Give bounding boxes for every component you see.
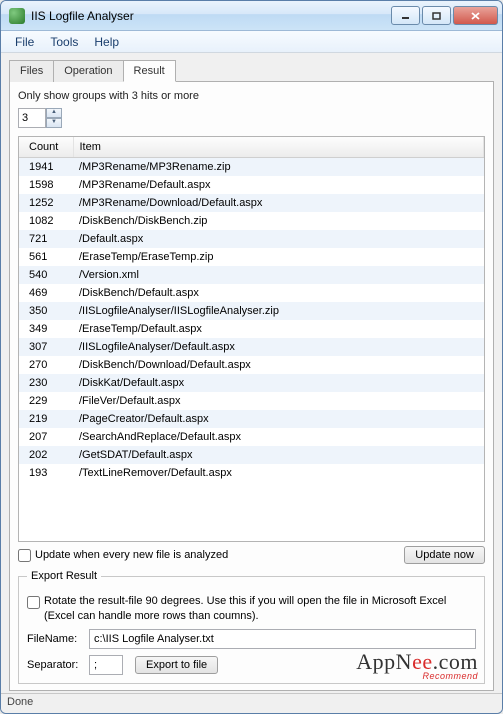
cell-item: /DiskBench/Download/Default.aspx (73, 356, 484, 374)
separator-label: Separator: (27, 659, 83, 671)
client-area: Files Operation Result Only show groups … (1, 53, 502, 693)
cell-item: /MP3Rename/MP3Rename.zip (73, 158, 484, 177)
threshold-hint: Only show groups with 3 hits or more (18, 90, 485, 102)
table-row[interactable]: 1598/MP3Rename/Default.aspx (19, 176, 484, 194)
table-row[interactable]: 561/EraseTemp/EraseTemp.zip (19, 248, 484, 266)
tabstrip: Files Operation Result (9, 60, 494, 82)
col-header-item[interactable]: Item (73, 137, 484, 158)
cell-count: 350 (19, 302, 73, 320)
tab-result[interactable]: Result (123, 60, 176, 82)
filename-label: FileName: (27, 633, 83, 645)
window-title: IIS Logfile Analyser (31, 9, 391, 23)
export-to-file-button[interactable]: Export to file (135, 656, 218, 674)
table-row[interactable]: 1252/MP3Rename/Download/Default.aspx (19, 194, 484, 212)
cell-count: 207 (19, 428, 73, 446)
table-row[interactable]: 721/Default.aspx (19, 230, 484, 248)
cell-count: 1082 (19, 212, 73, 230)
cell-count: 230 (19, 374, 73, 392)
separator-input[interactable] (89, 655, 123, 675)
cell-item: /IISLogfileAnalyser/IISLogfileAnalyser.z… (73, 302, 484, 320)
cell-item: /GetSDAT/Default.aspx (73, 446, 484, 464)
cell-count: 219 (19, 410, 73, 428)
menu-tools[interactable]: Tools (42, 33, 86, 51)
export-legend: Export Result (27, 570, 101, 582)
threshold-input[interactable] (18, 108, 46, 128)
titlebar[interactable]: IIS Logfile Analyser (1, 1, 502, 31)
cell-count: 202 (19, 446, 73, 464)
table-row[interactable]: 229/FileVer/Default.aspx (19, 392, 484, 410)
cell-item: /IISLogfileAnalyser/Default.aspx (73, 338, 484, 356)
cell-count: 307 (19, 338, 73, 356)
status-text: Done (7, 696, 33, 708)
filename-input[interactable] (89, 629, 476, 649)
results-scroll[interactable]: Count Item 1941/MP3Rename/MP3Rename.zip1… (19, 137, 484, 541)
app-icon (9, 8, 25, 24)
cell-item: /EraseTemp/EraseTemp.zip (73, 248, 484, 266)
update-on-analyze-checkbox[interactable] (18, 549, 31, 562)
cell-count: 540 (19, 266, 73, 284)
table-row[interactable]: 219/PageCreator/Default.aspx (19, 410, 484, 428)
statusbar: Done (1, 693, 502, 713)
cell-count: 1941 (19, 158, 73, 177)
cell-item: /Version.xml (73, 266, 484, 284)
table-row[interactable]: 270/DiskBench/Download/Default.aspx (19, 356, 484, 374)
export-result-group: Export Result Rotate the result-file 90 … (18, 570, 485, 684)
table-row[interactable]: 349/EraseTemp/Default.aspx (19, 320, 484, 338)
table-row[interactable]: 202/GetSDAT/Default.aspx (19, 446, 484, 464)
rotate-checkbox[interactable] (27, 596, 40, 609)
cell-item: /SearchAndReplace/Default.aspx (73, 428, 484, 446)
tab-operation[interactable]: Operation (53, 60, 123, 82)
menu-file[interactable]: File (7, 33, 42, 51)
update-on-analyze-label: Update when every new file is analyzed (35, 549, 404, 561)
cell-count: 469 (19, 284, 73, 302)
table-row[interactable]: 1941/MP3Rename/MP3Rename.zip (19, 158, 484, 177)
cell-item: /MP3Rename/Download/Default.aspx (73, 194, 484, 212)
cell-count: 721 (19, 230, 73, 248)
table-row[interactable]: 230/DiskKat/Default.aspx (19, 374, 484, 392)
close-button[interactable] (453, 6, 498, 25)
cell-count: 229 (19, 392, 73, 410)
tab-panel-result: Only show groups with 3 hits or more ▲ ▼… (9, 81, 494, 691)
cell-item: /PageCreator/Default.aspx (73, 410, 484, 428)
minimize-button[interactable] (391, 6, 420, 25)
cell-count: 270 (19, 356, 73, 374)
cell-item: /DiskKat/Default.aspx (73, 374, 484, 392)
threshold-down-button[interactable]: ▼ (46, 118, 62, 128)
update-now-button[interactable]: Update now (404, 546, 485, 564)
cell-count: 1252 (19, 194, 73, 212)
cell-count: 193 (19, 464, 73, 482)
cell-item: /FileVer/Default.aspx (73, 392, 484, 410)
cell-item: /TextLineRemover/Default.aspx (73, 464, 484, 482)
table-row[interactable]: 350/IISLogfileAnalyser/IISLogfileAnalyse… (19, 302, 484, 320)
rotate-label: Rotate the result-file 90 degrees. Use t… (44, 594, 476, 623)
menu-help[interactable]: Help (86, 33, 127, 51)
table-row[interactable]: 207/SearchAndReplace/Default.aspx (19, 428, 484, 446)
cell-item: /DiskBench/Default.aspx (73, 284, 484, 302)
table-row[interactable]: 193/TextLineRemover/Default.aspx (19, 464, 484, 482)
table-row[interactable]: 307/IISLogfileAnalyser/Default.aspx (19, 338, 484, 356)
cell-item: /EraseTemp/Default.aspx (73, 320, 484, 338)
table-row[interactable]: 540/Version.xml (19, 266, 484, 284)
cell-count: 1598 (19, 176, 73, 194)
threshold-up-button[interactable]: ▲ (46, 108, 62, 118)
cell-count: 561 (19, 248, 73, 266)
table-row[interactable]: 469/DiskBench/Default.aspx (19, 284, 484, 302)
cell-item: /MP3Rename/Default.aspx (73, 176, 484, 194)
tab-files[interactable]: Files (9, 60, 54, 82)
cell-count: 349 (19, 320, 73, 338)
maximize-button[interactable] (422, 6, 451, 25)
cell-item: /DiskBench/DiskBench.zip (73, 212, 484, 230)
cell-item: /Default.aspx (73, 230, 484, 248)
table-row[interactable]: 1082/DiskBench/DiskBench.zip (19, 212, 484, 230)
app-window: IIS Logfile Analyser File Tools Help Fil… (0, 0, 503, 714)
col-header-count[interactable]: Count (19, 137, 73, 158)
menubar: File Tools Help (1, 31, 502, 53)
results-grid: Count Item 1941/MP3Rename/MP3Rename.zip1… (18, 136, 485, 542)
